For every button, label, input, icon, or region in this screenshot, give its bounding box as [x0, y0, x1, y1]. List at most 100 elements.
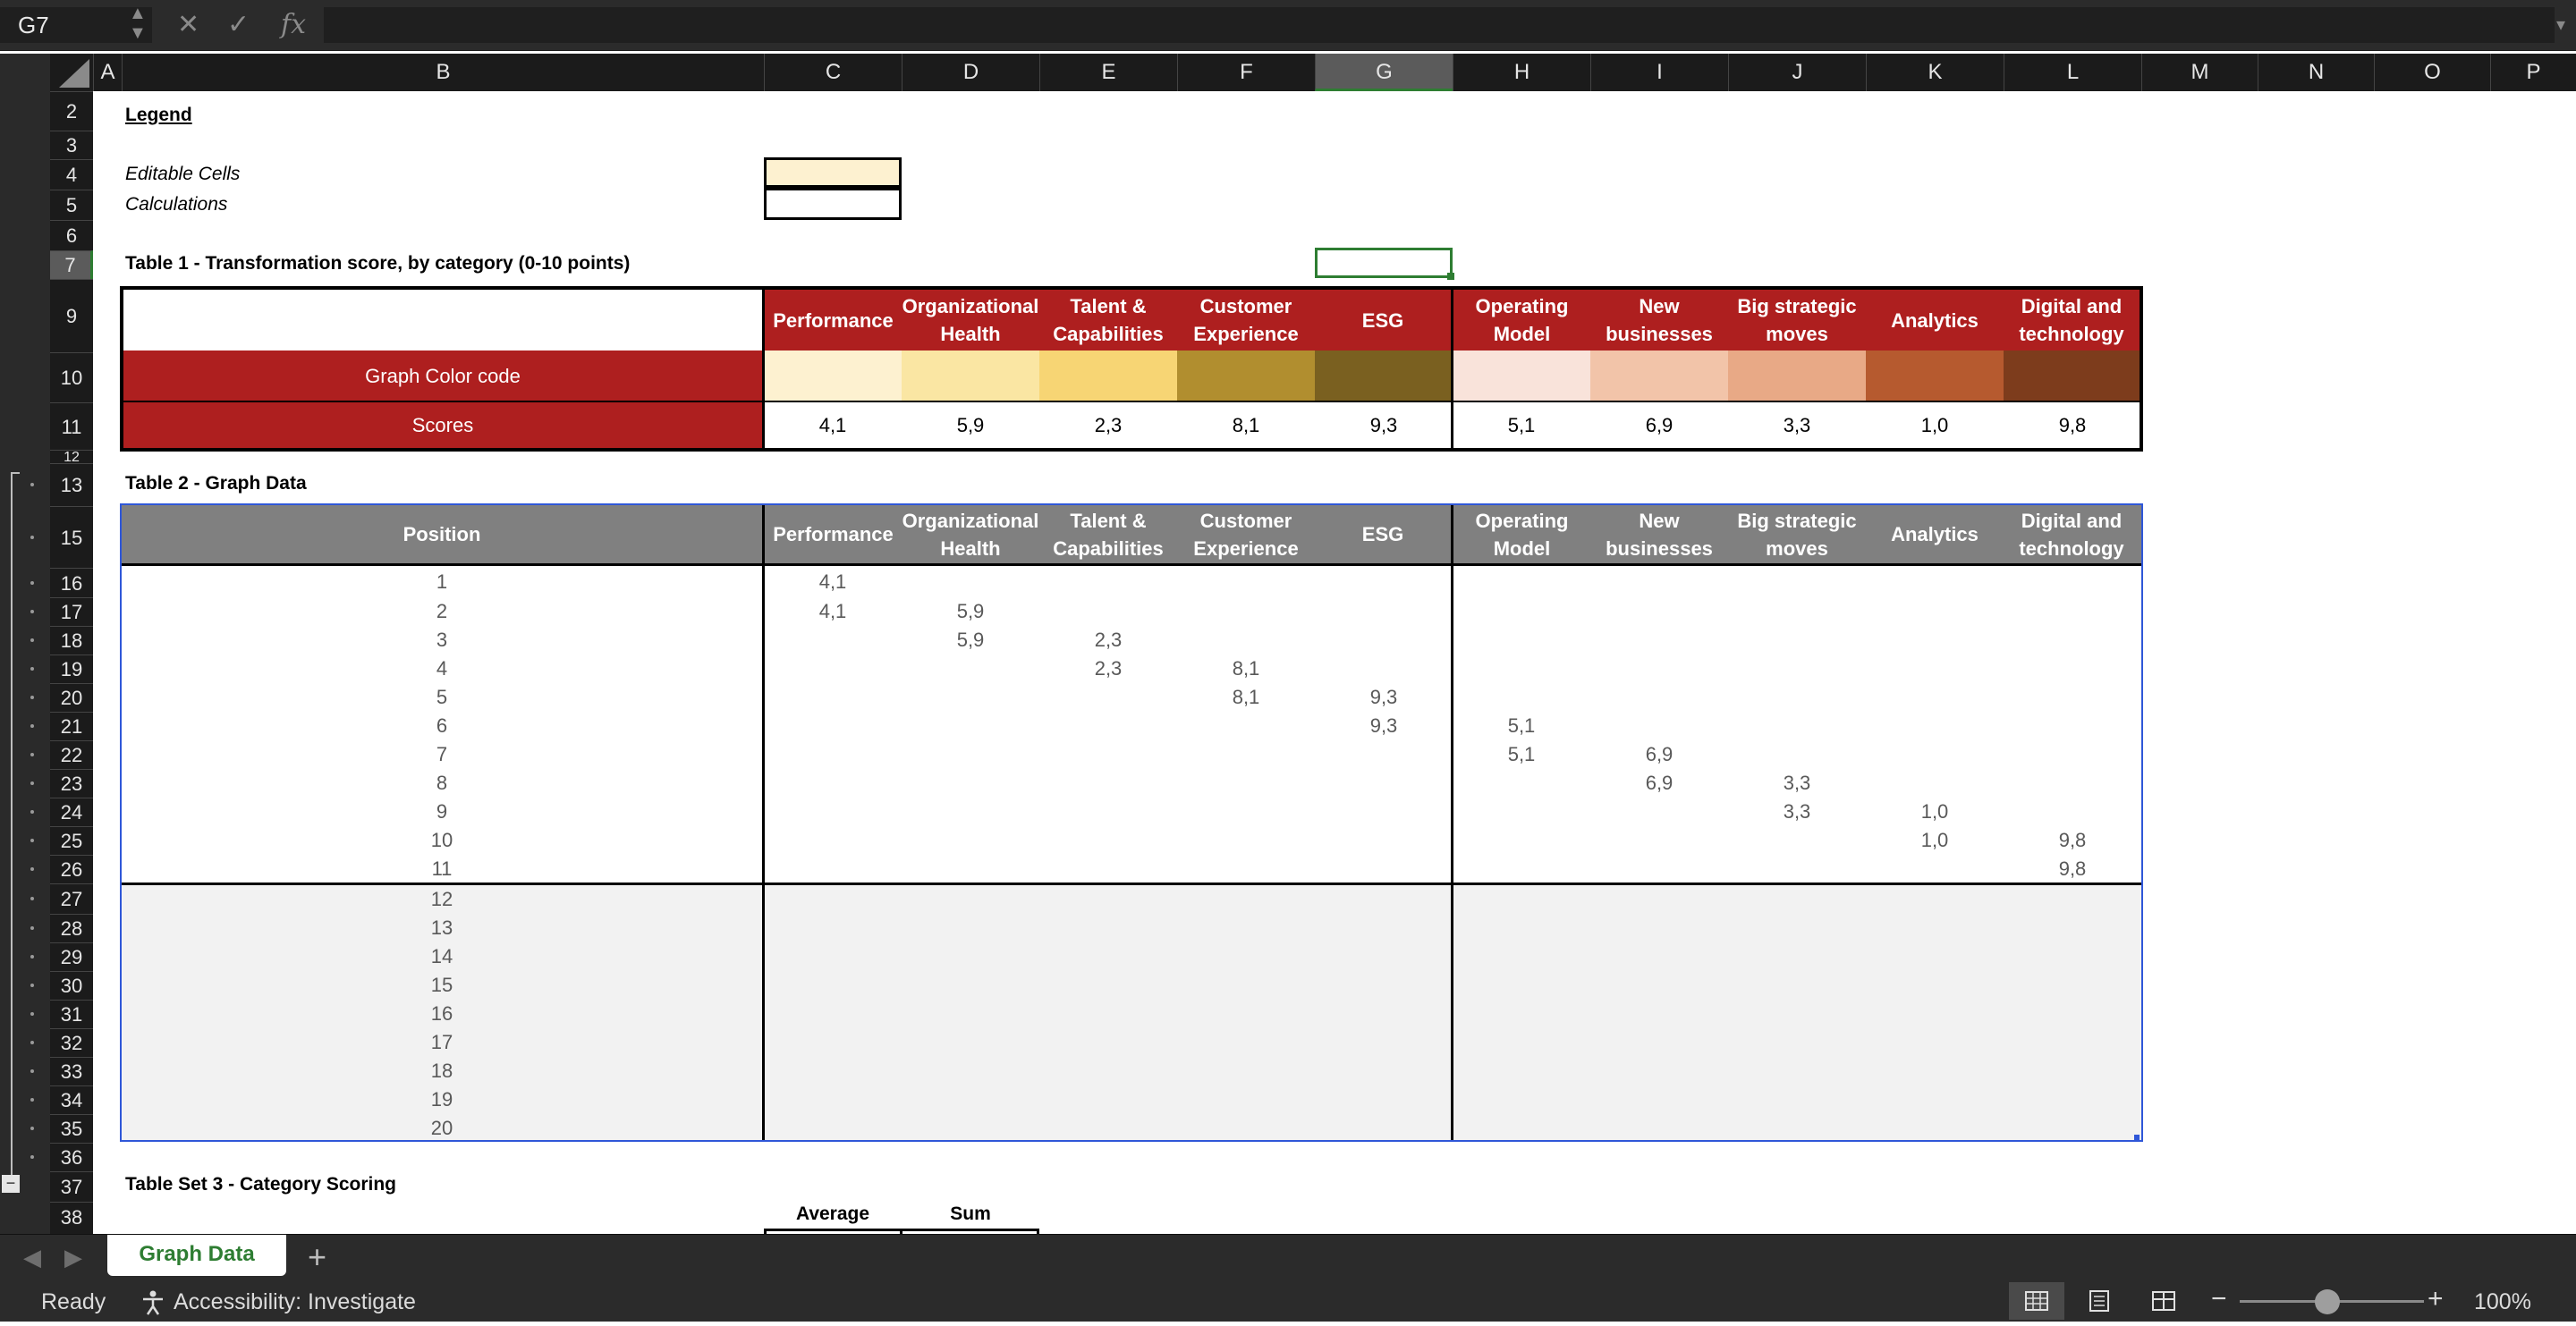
table2-value-cell[interactable]: 2,3: [1039, 626, 1177, 655]
page-layout-view-button[interactable]: [2072, 1282, 2127, 1320]
table1-color-swatch[interactable]: [1866, 351, 2004, 401]
table1-score-cell[interactable]: 9,8: [2004, 402, 2141, 448]
table1-color-swatch[interactable]: [1453, 351, 1590, 401]
table2-position-cell[interactable]: 15: [122, 971, 762, 1000]
column-header-e[interactable]: E: [1039, 54, 1177, 91]
row-header-29[interactable]: 29: [50, 942, 93, 971]
row-header-12[interactable]: 12: [50, 450, 93, 465]
table2-header-new-businesses[interactable]: New businesses: [1590, 505, 1728, 563]
table2-value-cell[interactable]: 9,3: [1315, 683, 1453, 712]
table1-header-new-businesses[interactable]: New businesses: [1590, 290, 1728, 351]
table2-header-customer-experience[interactable]: Customer Experience: [1177, 505, 1315, 563]
function-icon[interactable]: fx: [281, 7, 306, 43]
table1-header-performance[interactable]: Performance: [765, 290, 902, 351]
add-sheet-icon[interactable]: +: [308, 1238, 326, 1276]
table1-color-swatch[interactable]: [765, 351, 902, 401]
name-box-spinner-down-icon[interactable]: ▼: [129, 23, 147, 43]
table2-value-cell[interactable]: 6,9: [1590, 740, 1728, 769]
legend-editable-swatch[interactable]: [764, 157, 902, 188]
table2-value-cell[interactable]: 6,9: [1590, 769, 1728, 798]
row-header-20[interactable]: 20: [50, 683, 93, 712]
table2-value-cell[interactable]: 1,0: [1866, 798, 2004, 826]
row-header-2[interactable]: 2: [50, 91, 93, 131]
row-header-19[interactable]: 19: [50, 655, 93, 683]
row-header-31[interactable]: 31: [50, 1000, 93, 1028]
table2-position-cell[interactable]: 11: [122, 855, 762, 883]
column-header-g[interactable]: G: [1315, 54, 1453, 91]
table1-color-swatch[interactable]: [1590, 351, 1728, 401]
accessibility-status[interactable]: Accessibility: Investigate: [174, 1289, 416, 1315]
table1-score-cell[interactable]: 9,3: [1315, 402, 1453, 448]
table1-color-swatch[interactable]: [1039, 351, 1177, 401]
column-header-p[interactable]: P: [2490, 54, 2576, 91]
table3-header-average[interactable]: Average: [764, 1204, 902, 1225]
row-header-21[interactable]: 21: [50, 712, 93, 740]
zoom-level[interactable]: 100%: [2474, 1289, 2531, 1315]
table1-score-cell[interactable]: 8,1: [1177, 402, 1315, 448]
row-header-33[interactable]: 33: [50, 1057, 93, 1085]
zoom-in-button[interactable]: +: [2428, 1284, 2444, 1314]
row-header-32[interactable]: 32: [50, 1028, 93, 1057]
table2-header-organizational-health[interactable]: Organizational Health: [902, 505, 1039, 563]
table1-header-esg[interactable]: ESG: [1315, 290, 1451, 351]
active-cell-g7[interactable]: [1315, 248, 1453, 278]
table2-position-cell[interactable]: 4: [122, 655, 762, 683]
row-header-34[interactable]: 34: [50, 1085, 93, 1114]
row-header-36[interactable]: 36: [50, 1143, 93, 1171]
table2-position-cell[interactable]: 3: [122, 626, 762, 655]
table2-position-cell[interactable]: 2: [122, 597, 762, 626]
table1-header-big-strategic-moves[interactable]: Big strategic moves: [1728, 290, 1866, 351]
row-header-3[interactable]: 3: [50, 131, 93, 159]
row-header-25[interactable]: 25: [50, 826, 93, 855]
table2-position-cell[interactable]: 20: [122, 1114, 762, 1143]
table2-header-talent-capabilities[interactable]: Talent & Capabilities: [1039, 505, 1177, 563]
table2-value-cell[interactable]: 9,8: [2004, 826, 2141, 855]
row-header-30[interactable]: 30: [50, 971, 93, 1000]
row-header-38[interactable]: 38: [50, 1202, 93, 1232]
row-header-22[interactable]: 22: [50, 740, 93, 769]
row-header-4[interactable]: 4: [50, 159, 93, 190]
scroll-tabs-left-icon[interactable]: ◀: [23, 1244, 41, 1271]
cancel-icon[interactable]: ✕: [177, 7, 199, 43]
row-header-28[interactable]: 28: [50, 914, 93, 942]
table1-color-swatch[interactable]: [2004, 351, 2140, 401]
table2-position-cell[interactable]: 5: [122, 683, 762, 712]
row-header-17[interactable]: 17: [50, 597, 93, 626]
row-header-24[interactable]: 24: [50, 798, 93, 826]
table1-score-cell[interactable]: 3,3: [1728, 402, 1866, 448]
column-header-d[interactable]: D: [902, 54, 1039, 91]
table2-position-cell[interactable]: 19: [122, 1085, 762, 1114]
table2-header-big-strategic-moves[interactable]: Big strategic moves: [1728, 505, 1866, 563]
table1-score-cell[interactable]: 4,1: [764, 402, 902, 448]
table2-resize-handle[interactable]: [2134, 1135, 2140, 1140]
select-all-button[interactable]: [50, 54, 93, 91]
table2-position-cell[interactable]: 14: [122, 942, 762, 971]
formula-bar-expand-icon[interactable]: ▾: [2556, 7, 2565, 43]
column-header-l[interactable]: L: [2004, 54, 2141, 91]
normal-view-button[interactable]: [2009, 1282, 2064, 1320]
row-header-16[interactable]: 16: [50, 568, 93, 597]
table2-position-cell[interactable]: 6: [122, 712, 762, 740]
table2-position-cell[interactable]: 7: [122, 740, 762, 769]
table2-position-cell[interactable]: 9: [122, 798, 762, 826]
sheet-tab-graph-data[interactable]: Graph Data: [107, 1235, 286, 1276]
column-header-b[interactable]: B: [122, 54, 764, 91]
table2-value-cell[interactable]: 9,8: [2004, 855, 2141, 883]
table1-corner-cell[interactable]: [123, 290, 764, 351]
column-header-a[interactable]: A: [93, 54, 122, 91]
table1-score-cell[interactable]: 5,9: [902, 402, 1039, 448]
row-header-7[interactable]: 7: [50, 250, 93, 279]
table1-header-operating-model[interactable]: Operating Model: [1453, 290, 1590, 351]
table2-value-cell[interactable]: 3,3: [1728, 769, 1866, 798]
column-header-j[interactable]: J: [1728, 54, 1866, 91]
column-header-i[interactable]: I: [1590, 54, 1728, 91]
column-header-o[interactable]: O: [2374, 54, 2490, 91]
table1-row-scores-label[interactable]: Scores: [123, 402, 762, 448]
row-header-10[interactable]: 10: [50, 352, 93, 402]
table1-color-swatch[interactable]: [1177, 351, 1315, 401]
formula-input[interactable]: [324, 7, 2555, 43]
row-header-6[interactable]: 6: [50, 220, 93, 250]
table1-color-swatch[interactable]: [1315, 351, 1451, 401]
scroll-tabs-right-icon[interactable]: ▶: [64, 1244, 82, 1271]
table1-score-cell[interactable]: 6,9: [1590, 402, 1728, 448]
